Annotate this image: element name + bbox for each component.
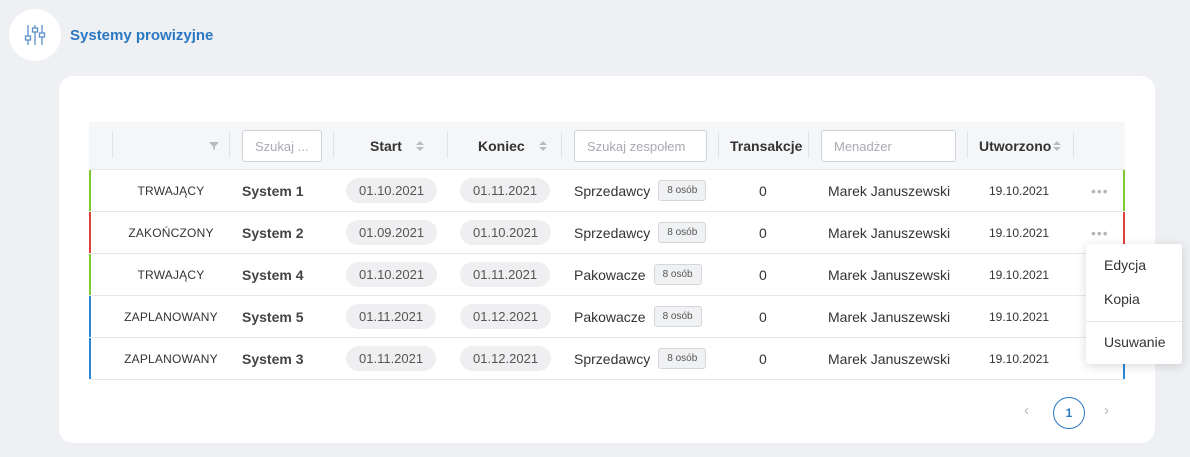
status-label: ZAPLANOWANY (124, 309, 218, 324)
header-divider (718, 132, 719, 158)
team-size-badge: 8 osób (658, 222, 707, 243)
manager-name: Marek Januszewski (828, 266, 951, 283)
team-search-input[interactable] (574, 130, 707, 162)
created-date: 19.10.2021 (989, 351, 1050, 366)
team-name: Sprzedawcy (574, 224, 651, 241)
team-size-badge: 8 osób (658, 348, 707, 369)
chevron-right-icon[interactable]: › (1104, 402, 1109, 419)
status-filter[interactable] (208, 122, 220, 170)
header-divider (333, 132, 334, 158)
team-size-badge: 8 osób (658, 180, 707, 201)
manager-name: Marek Januszewski (828, 350, 951, 367)
table-row[interactable]: TRWAJĄCY System 4 01.10.2021 01.11.2021 … (89, 254, 1125, 296)
status-indicator (89, 296, 91, 337)
start-date: 01.11.2021 (346, 346, 437, 371)
table-row[interactable]: ZAPLANOWANY System 5 01.11.2021 01.12.20… (89, 296, 1125, 338)
team-name: Sprzedawcy (574, 350, 651, 367)
end-date: 01.12.2021 (460, 304, 552, 329)
status-label: TRWAJĄCY (137, 183, 205, 198)
end-date: 01.11.2021 (460, 262, 551, 287)
sliders-icon (24, 25, 46, 45)
header-divider (447, 132, 448, 158)
created-date: 19.10.2021 (989, 183, 1050, 198)
table-row[interactable]: TRWAJĄCY System 1 01.10.2021 01.11.2021 … (89, 170, 1125, 212)
end-date: 01.12.2021 (460, 346, 552, 371)
created-date: 19.10.2021 (989, 225, 1050, 240)
header-divider (808, 132, 809, 158)
chevron-left-icon[interactable]: ‹ (1024, 402, 1029, 419)
header-divider (229, 132, 230, 158)
system-name[interactable]: System 2 (242, 212, 303, 253)
menu-item-delete[interactable]: Usuwanie (1104, 334, 1165, 350)
team-size-badge: 8 osób (653, 264, 702, 285)
manager-name: Marek Januszewski (828, 182, 951, 199)
header-divider (1073, 132, 1074, 158)
sort-created[interactable]: Utworzono (979, 122, 1062, 170)
system-name[interactable]: System 4 (242, 254, 303, 295)
menu-item-copy[interactable]: Kopia (1104, 291, 1140, 307)
name-search-input[interactable] (242, 130, 322, 162)
menu-item-edit[interactable]: Edycja (1104, 257, 1146, 273)
sort-start[interactable]: Start (370, 122, 424, 170)
system-name[interactable]: System 5 (242, 296, 303, 337)
end-date: 01.10.2021 (460, 220, 552, 245)
status-indicator (89, 170, 91, 211)
transactions-count: 0 (759, 224, 767, 241)
transactions-count: 0 (759, 350, 767, 367)
system-name[interactable]: System 3 (242, 338, 303, 379)
status-indicator (1123, 170, 1125, 211)
app-logo (9, 9, 61, 61)
sort-icon[interactable] (415, 141, 424, 151)
status-label: ZAKOŃCZONY (128, 225, 214, 240)
column-start: Start (370, 138, 402, 154)
sort-icon[interactable] (538, 141, 547, 151)
team-name: Pakowacze (574, 308, 646, 325)
manager-name: Marek Januszewski (828, 308, 951, 325)
systems-table: Start Koniec Transakcje Utworzono TRWAJĄ… (89, 122, 1125, 380)
more-options-icon[interactable]: ••• (1091, 170, 1109, 211)
pagination-page-1[interactable]: 1 (1053, 397, 1085, 429)
status-indicator (89, 338, 91, 379)
start-date: 01.09.2021 (346, 220, 438, 245)
column-created: Utworzono (979, 138, 1052, 154)
status-label: TRWAJĄCY (137, 267, 205, 282)
team-size-badge: 8 osób (653, 306, 702, 327)
status-label: ZAPLANOWANY (124, 351, 218, 366)
menu-divider (1086, 321, 1182, 322)
filter-icon[interactable] (208, 140, 220, 152)
team-name: Sprzedawcy (574, 182, 651, 199)
system-name[interactable]: System 1 (242, 170, 303, 211)
team-name: Pakowacze (574, 266, 646, 283)
table-header: Start Koniec Transakcje Utworzono (89, 122, 1125, 170)
transactions-count: 0 (759, 308, 767, 325)
start-date: 01.11.2021 (346, 304, 437, 329)
table-row[interactable]: ZAKOŃCZONY System 2 01.09.2021 01.10.202… (89, 212, 1125, 254)
sort-end[interactable]: Koniec (478, 122, 547, 170)
header-divider (112, 132, 113, 158)
transactions-count: 0 (759, 266, 767, 283)
page-title: Systemy prowizyjne (70, 27, 214, 44)
manager-name: Marek Januszewski (828, 224, 951, 241)
column-transactions: Transakcje (730, 138, 803, 154)
status-indicator (89, 254, 91, 295)
created-date: 19.10.2021 (989, 267, 1050, 282)
header-divider (967, 132, 968, 158)
created-date: 19.10.2021 (989, 309, 1050, 324)
start-date: 01.10.2021 (346, 178, 438, 203)
transactions-count: 0 (759, 182, 767, 199)
manager-search-input[interactable] (821, 130, 956, 162)
table-row[interactable]: ZAPLANOWANY System 3 01.11.2021 01.12.20… (89, 338, 1125, 380)
column-end: Koniec (478, 138, 525, 154)
start-date: 01.10.2021 (346, 262, 438, 287)
sort-icon[interactable] (1053, 141, 1062, 151)
status-indicator (89, 212, 91, 253)
end-date: 01.11.2021 (460, 178, 551, 203)
row-context-menu: Edycja Kopia Usuwanie (1086, 244, 1182, 364)
header-divider (561, 132, 562, 158)
